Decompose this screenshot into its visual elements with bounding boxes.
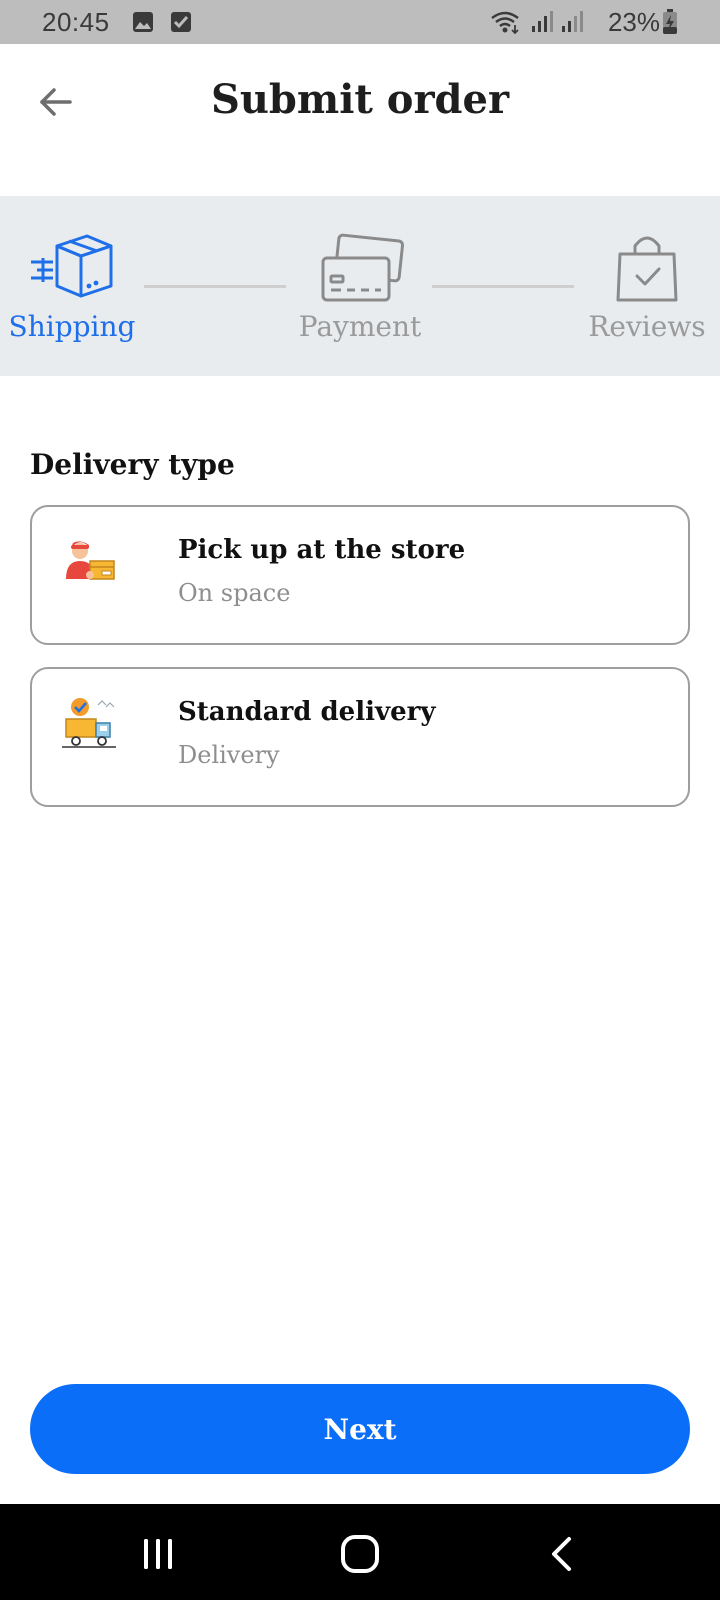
shopping-bag-check-icon [616, 236, 678, 302]
wifi-icon [491, 11, 519, 35]
section-title: Delivery type [30, 448, 235, 481]
back-icon [552, 1537, 571, 1571]
step-label: Shipping [8, 310, 136, 343]
step-connector [144, 285, 286, 288]
battery-charging-icon [663, 9, 677, 34]
signal-icon [562, 11, 583, 32]
status-time: 20:45 [42, 7, 110, 37]
option-title: Standard delivery [178, 697, 436, 727]
header: Submit order [0, 44, 720, 196]
system-navigation-bar [0, 1504, 720, 1600]
recent-apps-icon [144, 1539, 172, 1569]
credit-cards-icon [321, 233, 405, 302]
step-reviews[interactable]: Reviews [567, 232, 720, 343]
page-title: Submit order [210, 76, 510, 123]
submit-order-screen: 20:45 23% Submit order Shipping Payment … [0, 0, 720, 1600]
delivery-option-pickup[interactable]: Pick up at the store On space [30, 505, 690, 645]
option-subtitle: Delivery [178, 741, 280, 769]
recent-apps-button[interactable] [128, 1532, 188, 1576]
battery-percentage: 23% [607, 7, 660, 37]
option-title: Pick up at the store [178, 535, 466, 565]
step-label: Payment [298, 310, 422, 343]
signal-icon [532, 11, 553, 32]
task-notification-icon [171, 12, 191, 32]
home-icon [341, 1535, 379, 1573]
step-shipping[interactable]: Shipping [0, 232, 152, 343]
step-label: Reviews [588, 310, 706, 343]
order-stepper: Shipping Payment Reviews [0, 196, 720, 376]
delivery-option-standard[interactable]: Standard delivery Delivery [30, 667, 690, 807]
back-nav-button[interactable] [532, 1532, 592, 1576]
home-button[interactable] [330, 1532, 390, 1576]
delivery-truck-icon [62, 698, 116, 748]
courier-with-package-icon [66, 541, 115, 580]
step-connector [432, 285, 574, 288]
step-payment[interactable]: Payment [280, 232, 440, 343]
shipping-box-icon [31, 234, 113, 298]
status-bar: 20:45 23% [0, 0, 720, 44]
next-button[interactable]: Next [30, 1384, 690, 1474]
option-subtitle: On space [178, 579, 291, 607]
gallery-notification-icon [133, 12, 153, 32]
